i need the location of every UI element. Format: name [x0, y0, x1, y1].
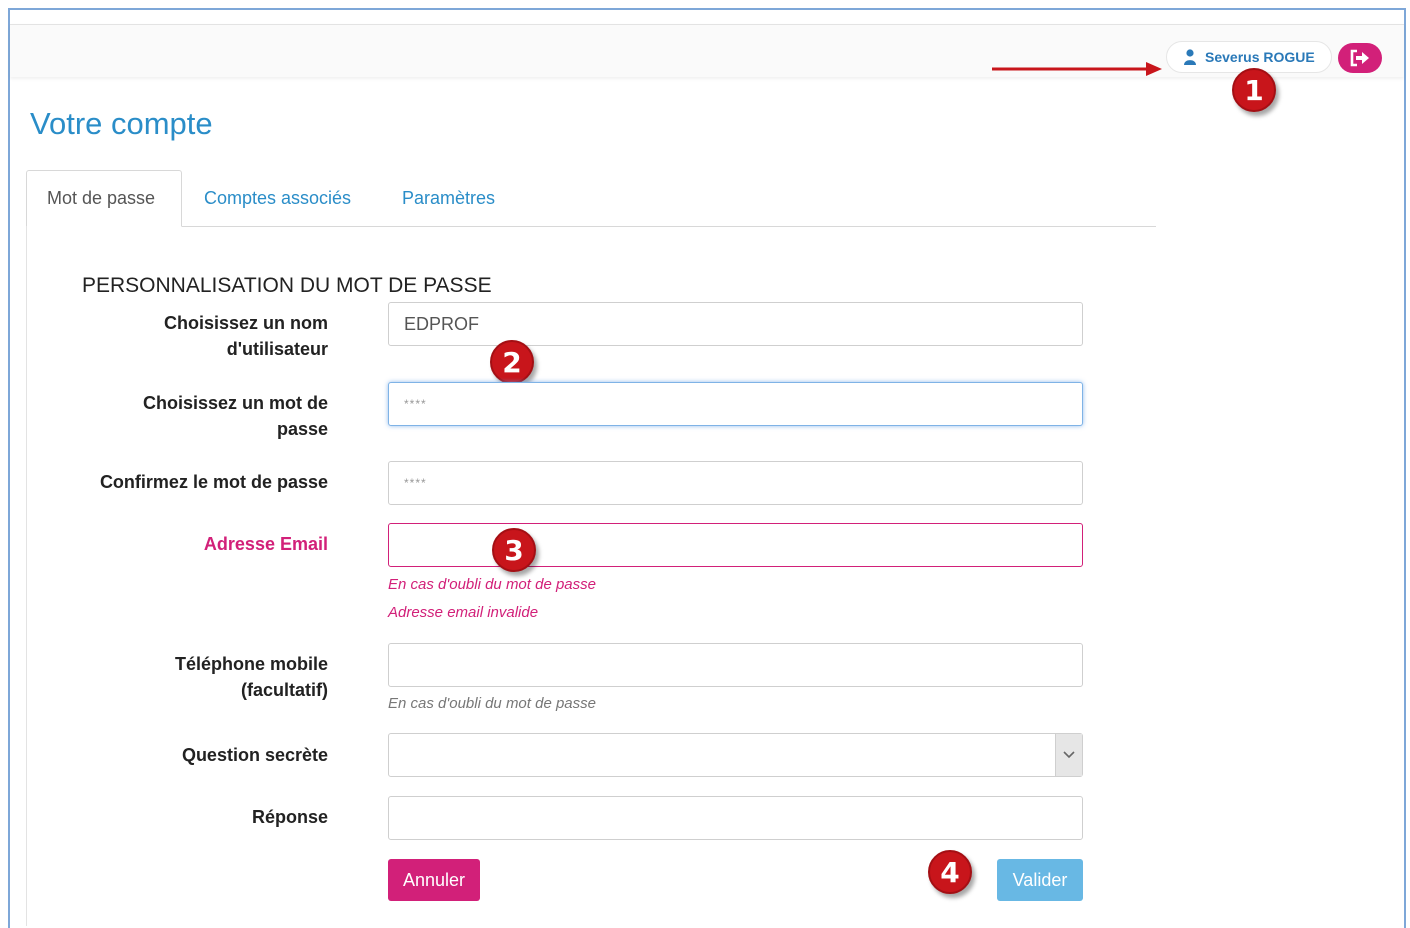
cancel-button[interactable]: Annuler	[388, 859, 480, 901]
username-input[interactable]	[388, 302, 1083, 346]
phone-label: Téléphone mobile (facultatif)	[175, 651, 328, 703]
annotation-marker-2: 2	[490, 340, 534, 384]
pointer-arrow	[992, 62, 1162, 76]
password-label: Choisissez un mot de passe	[143, 390, 328, 442]
username-label-line2: d'utilisateur	[226, 339, 328, 359]
phone-help-text: En cas d'oubli du mot de passe	[388, 695, 596, 712]
panel-border	[26, 226, 27, 926]
tab-bar: Mot de passe Comptes associés Paramètres	[26, 170, 1156, 227]
phone-label-line2: (facultatif)	[241, 680, 328, 700]
annotation-marker-4: 4	[928, 850, 972, 894]
chevron-down-icon[interactable]	[1055, 734, 1082, 776]
confirm-password-input[interactable]	[388, 461, 1083, 505]
tab-linked-accounts[interactable]: Comptes associés	[184, 170, 371, 226]
logout-button[interactable]	[1338, 43, 1382, 73]
email-error-text: Adresse email invalide	[388, 604, 539, 621]
chevron-down-glyph	[1063, 751, 1075, 759]
page-title: Votre compte	[30, 106, 213, 141]
user-icon	[1184, 49, 1196, 65]
answer-input[interactable]	[388, 796, 1083, 840]
secret-question-label: Question secrète	[181, 745, 328, 765]
submit-button[interactable]: Valider	[997, 859, 1083, 901]
annotation-marker-3: 3	[492, 528, 536, 572]
username-label: Choisissez un nom d'utilisateur	[164, 310, 328, 362]
logout-icon	[1350, 49, 1369, 67]
confirm-password-label: Confirmez le mot de passe	[99, 472, 328, 492]
secret-question-select[interactable]	[388, 733, 1083, 777]
section-title: PERSONNALISATION DU MOT DE PASSE	[82, 274, 492, 297]
password-input[interactable]	[388, 382, 1083, 426]
tab-settings[interactable]: Paramètres	[382, 170, 515, 226]
email-label: Adresse Email	[203, 534, 328, 554]
password-label-line2: passe	[276, 419, 328, 439]
user-name: Severus ROGUE	[1205, 49, 1315, 65]
email-help-text: En cas d'oubli du mot de passe	[388, 576, 596, 593]
username-label-line1: Choisissez un nom	[163, 313, 328, 333]
password-label-line1: Choisissez un mot de	[142, 393, 328, 413]
phone-input[interactable]	[388, 643, 1083, 687]
tab-password[interactable]: Mot de passe	[26, 170, 182, 227]
annotation-marker-1: 1	[1232, 68, 1276, 112]
top-bar: Severus ROGUE	[10, 24, 1404, 77]
answer-label: Réponse	[251, 807, 328, 827]
app-frame: Severus ROGUE 1 Votre compte Mot de pass…	[8, 8, 1406, 928]
phone-label-line1: Téléphone mobile	[174, 654, 328, 674]
